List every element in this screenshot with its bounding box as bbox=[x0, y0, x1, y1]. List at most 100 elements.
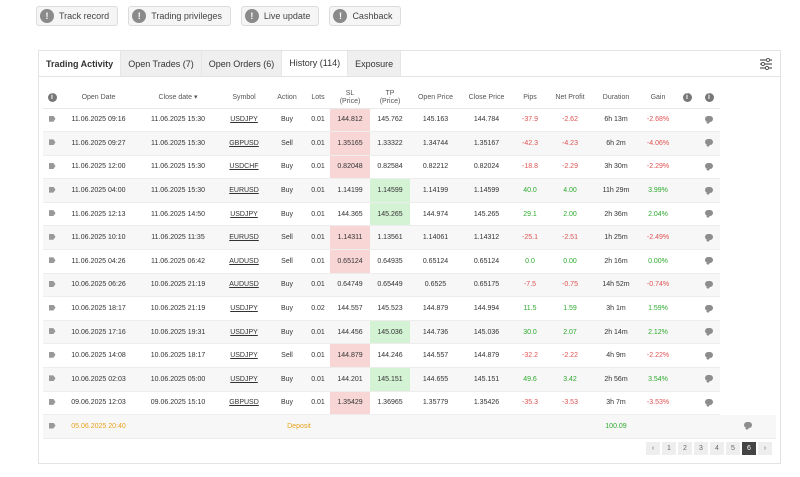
table-row[interactable]: 11.06.2025 04:00 11.06.2025 15:30 EURUSD Bu… bbox=[43, 178, 776, 203]
duration: 6h 2m bbox=[592, 131, 640, 156]
table-row[interactable]: 10.06.2025 02:03 10.06.2025 05:00 USDJPY Bu… bbox=[43, 367, 776, 392]
live-update-button[interactable]: ! Live update bbox=[240, 6, 320, 26]
tag-icon[interactable] bbox=[48, 115, 56, 122]
comment-cell bbox=[698, 131, 720, 156]
page-button[interactable]: 1 bbox=[662, 442, 676, 455]
comment-icon[interactable] bbox=[705, 351, 713, 360]
comment-icon[interactable] bbox=[705, 233, 713, 242]
page-next-button[interactable]: › bbox=[758, 442, 772, 455]
page-button[interactable]: 5 bbox=[726, 442, 740, 455]
symbol-link[interactable]: AUDUSD bbox=[220, 273, 268, 298]
table-row[interactable]: 11.06.2025 09:27 11.06.2025 15:30 GBPUSD Se… bbox=[43, 131, 776, 156]
col-open-date[interactable]: Open Date bbox=[61, 88, 136, 109]
tp-price: 0.65449 bbox=[370, 273, 410, 298]
page-button[interactable]: 2 bbox=[678, 442, 692, 455]
symbol-link[interactable]: USDJPY bbox=[220, 202, 268, 227]
page-button[interactable]: 3 bbox=[694, 442, 708, 455]
comment-icon[interactable] bbox=[705, 398, 713, 407]
symbol-link[interactable]: AUDUSD bbox=[220, 249, 268, 274]
col-sl[interactable]: SL (Price) bbox=[330, 88, 370, 109]
table-row[interactable]: 09.06.2025 12:03 09.06.2025 15:10 GBPUSD Bu… bbox=[43, 391, 776, 416]
col-symbol[interactable]: Symbol bbox=[220, 88, 268, 109]
table-row[interactable]: 10.06.2025 17:16 10.06.2025 19:31 USDJPY Bu… bbox=[43, 320, 776, 345]
cashback-button[interactable]: ! Cashback bbox=[329, 6, 402, 26]
col-action[interactable]: Action bbox=[268, 88, 306, 109]
symbol-link[interactable]: GBPUSD bbox=[220, 391, 268, 416]
col-lots[interactable]: Lots bbox=[306, 88, 330, 109]
symbol-link[interactable]: USDJPY bbox=[220, 108, 268, 133]
tag-icon[interactable] bbox=[48, 186, 56, 193]
comment-cell bbox=[698, 155, 720, 180]
deposit-row[interactable]: 05.06.2025 20:40 Deposit 100.09 bbox=[43, 414, 776, 439]
comment-icon[interactable] bbox=[705, 280, 713, 289]
page-prev-button[interactable]: ‹ bbox=[646, 442, 660, 455]
tab-open-orders[interactable]: Open Orders (6) bbox=[201, 51, 283, 76]
comment-icon[interactable] bbox=[705, 186, 713, 195]
sl-price: 0.82048 bbox=[330, 155, 370, 180]
table-row[interactable]: 11.06.2025 10:10 11.06.2025 11:35 EURUSD Se… bbox=[43, 225, 776, 251]
gain: 0.00% bbox=[640, 249, 676, 274]
symbol-link[interactable]: EURUSD bbox=[220, 178, 268, 203]
table-row[interactable]: 10.06.2025 18:17 10.06.2025 21:19 USDJPY Bu… bbox=[43, 296, 776, 321]
comment-icon[interactable] bbox=[744, 422, 752, 431]
comment-icon[interactable] bbox=[705, 328, 713, 337]
col-duration[interactable]: Duration bbox=[592, 88, 640, 109]
page-button[interactable]: 4 bbox=[710, 442, 724, 455]
tag-icon[interactable] bbox=[48, 210, 56, 217]
col-pips[interactable]: Pips bbox=[512, 88, 548, 109]
filter-settings-icon[interactable] bbox=[752, 51, 780, 76]
symbol-link[interactable]: USDJPY bbox=[220, 296, 268, 321]
tag-icon[interactable] bbox=[48, 257, 56, 264]
table-row[interactable]: 11.06.2025 09:16 11.06.2025 15:30 USDJPY Bu… bbox=[43, 108, 776, 133]
page-button[interactable]: 6 bbox=[742, 442, 756, 455]
table-row[interactable]: 11.06.2025 12:13 11.06.2025 14:50 USDJPY Bu… bbox=[43, 202, 776, 227]
tab-trading-activity[interactable]: Trading Activity bbox=[39, 51, 122, 76]
empty-cell bbox=[676, 225, 698, 251]
comment-icon[interactable] bbox=[705, 304, 713, 313]
tag-icon[interactable] bbox=[48, 398, 56, 405]
tag-icon[interactable] bbox=[48, 233, 56, 240]
col-tp[interactable]: TP (Price) bbox=[370, 88, 410, 109]
tag-icon[interactable] bbox=[48, 280, 56, 287]
symbol-link[interactable]: USDJPY bbox=[220, 320, 268, 345]
comment-icon[interactable] bbox=[705, 139, 713, 148]
tp-price: 1.13561 bbox=[370, 225, 410, 251]
trading-privileges-button[interactable]: ! Trading privileges bbox=[128, 6, 231, 26]
net-profit: -3.53 bbox=[548, 391, 592, 416]
tag-icon[interactable] bbox=[48, 422, 56, 429]
comment-icon[interactable] bbox=[705, 162, 713, 171]
col-close-price[interactable]: Close Price bbox=[461, 88, 512, 109]
table-row[interactable]: 10.06.2025 06:26 10.06.2025 21:19 AUDUSD Bu… bbox=[43, 273, 776, 298]
tab-history[interactable]: History (114) bbox=[282, 51, 349, 76]
col-net-profit[interactable]: Net Profit bbox=[548, 88, 592, 109]
row-tag-cell bbox=[43, 202, 61, 227]
tag-icon[interactable] bbox=[48, 304, 56, 311]
tag-icon[interactable] bbox=[48, 375, 56, 382]
open-date: 11.06.2025 04:00 bbox=[61, 178, 136, 203]
symbol-link[interactable]: EURUSD bbox=[220, 225, 268, 251]
col-sl-title: SL bbox=[345, 89, 355, 97]
tab-exposure[interactable]: Exposure bbox=[348, 51, 402, 76]
symbol-link[interactable]: GBPUSD bbox=[220, 131, 268, 156]
table-row[interactable]: 10.06.2025 14:08 10.06.2025 18:17 USDJPY Se… bbox=[43, 343, 776, 369]
symbol-link[interactable]: USDJPY bbox=[220, 343, 268, 369]
tag-icon[interactable] bbox=[48, 139, 56, 146]
tab-open-trades[interactable]: Open Trades (7) bbox=[121, 51, 202, 76]
col-close-date[interactable]: Close date ▾ bbox=[136, 88, 220, 109]
table-row[interactable]: 11.06.2025 12:00 11.06.2025 15:30 USDCHF Bu… bbox=[43, 155, 776, 180]
symbol-link[interactable]: USDJPY bbox=[220, 367, 268, 392]
tag-icon[interactable] bbox=[48, 162, 56, 169]
tag-icon[interactable] bbox=[48, 328, 56, 335]
tag-icon[interactable] bbox=[48, 351, 56, 358]
track-record-button[interactable]: ! Track record bbox=[36, 6, 119, 26]
col-gain[interactable]: Gain bbox=[640, 88, 676, 109]
table-row[interactable]: 11.06.2025 04:26 11.06.2025 06:42 AUDUSD Se… bbox=[43, 249, 776, 274]
col-open-price[interactable]: Open Price bbox=[410, 88, 461, 109]
comment-icon[interactable] bbox=[705, 257, 713, 266]
comment-icon[interactable] bbox=[705, 375, 713, 384]
close-date: 10.06.2025 18:17 bbox=[136, 343, 220, 369]
close-price: 1.35426 bbox=[461, 391, 512, 416]
symbol-link[interactable]: USDCHF bbox=[220, 155, 268, 180]
comment-icon[interactable] bbox=[705, 210, 713, 219]
comment-icon[interactable] bbox=[705, 115, 713, 124]
